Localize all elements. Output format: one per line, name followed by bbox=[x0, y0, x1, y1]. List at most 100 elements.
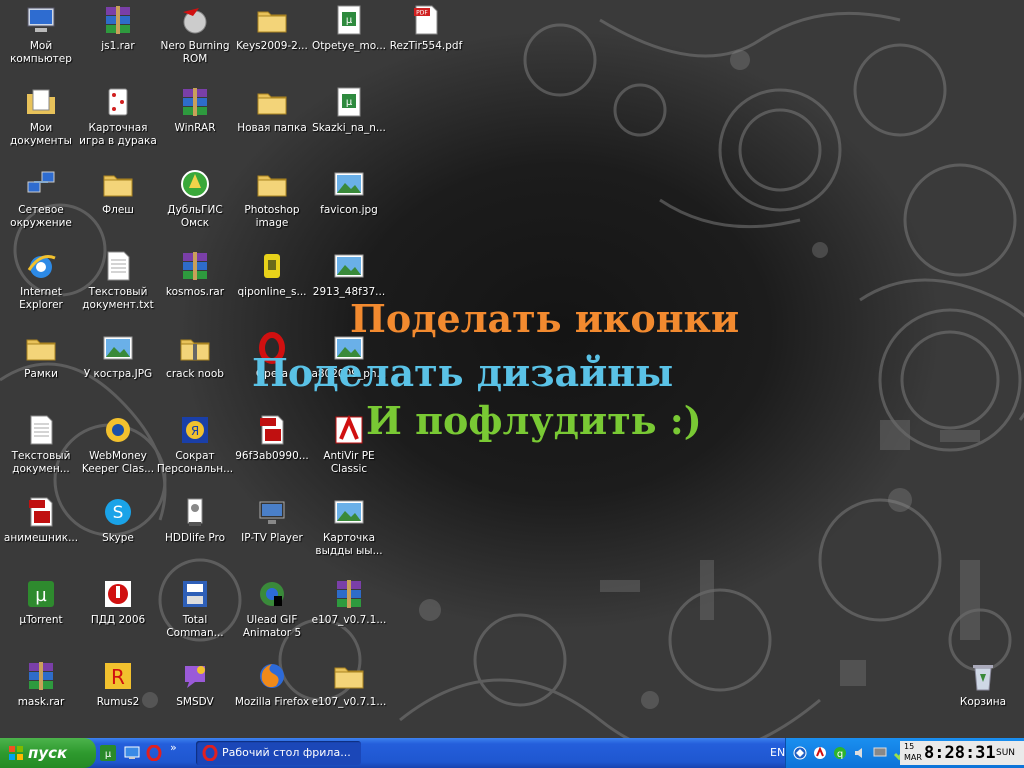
flv-video-icon bbox=[256, 414, 288, 446]
desktop-icon-item[interactable]: Total Comman... bbox=[154, 578, 236, 656]
desktop-icon-item[interactable]: WinRAR bbox=[154, 86, 236, 164]
dublgis-icon bbox=[179, 168, 211, 200]
desktop-icon-label: Карточная игра в дурака bbox=[79, 122, 157, 147]
desktop-icon-item[interactable]: favicon.jpg bbox=[308, 168, 390, 246]
desktop-icon-item[interactable]: Новая папка bbox=[231, 86, 313, 164]
clock-weekday: SUN bbox=[996, 748, 1016, 758]
desktop-icon-item[interactable]: µ Skazki_na_n... bbox=[308, 86, 390, 164]
smsdv-icon bbox=[179, 660, 211, 692]
image-icon bbox=[333, 250, 365, 282]
desktop-icon-label: Skazki_na_n... bbox=[312, 122, 386, 134]
desktop-icon-item[interactable]: Рамки bbox=[0, 332, 82, 410]
opera-icon[interactable] bbox=[146, 745, 162, 761]
image-icon bbox=[333, 168, 365, 200]
desktop-icon-item[interactable]: Ulead GIF Animator 5 bbox=[231, 578, 313, 656]
folder-icon bbox=[25, 332, 57, 364]
desktop-icon-item[interactable]: Я Сократ Персональн... bbox=[154, 414, 236, 492]
winrar-archive-icon bbox=[333, 578, 365, 610]
qip-icon[interactable]: q bbox=[832, 745, 848, 761]
desktop-icon-item[interactable]: Текстовый документ.txt bbox=[77, 250, 159, 328]
desktop-icon-item[interactable]: Мой компьютер bbox=[0, 4, 82, 82]
desktop-icon-label: favicon.jpg bbox=[320, 204, 378, 216]
taskbar-button-opera[interactable]: Рабочий стол фрила... bbox=[196, 741, 361, 765]
desktop-icon-item[interactable]: 96f3ab0990... bbox=[231, 414, 313, 492]
desktop-icon-item[interactable]: IP-TV Player bbox=[231, 496, 313, 574]
desktop-icon-item[interactable]: R Rumus2 bbox=[77, 660, 159, 738]
desktop-icon-item[interactable]: mask.rar bbox=[0, 660, 82, 738]
network-icon bbox=[25, 168, 57, 200]
desktop-icon-label: Internet Explorer bbox=[19, 286, 63, 311]
ulead-gif-icon bbox=[256, 578, 288, 610]
desktop[interactable]: Мой компьютер js1.rar Nero Burning ROM Keys… bbox=[0, 0, 1024, 738]
pdd-icon bbox=[102, 578, 134, 610]
desktop-icon-item[interactable]: WebMoney Keeper Clas... bbox=[77, 414, 159, 492]
socrat-icon: Я bbox=[179, 414, 211, 446]
desktop-icon-item[interactable]: e107_v0.7.1... bbox=[308, 660, 390, 738]
desktop-icon-item[interactable]: Internet Explorer bbox=[0, 250, 82, 328]
desktop-icon-item[interactable]: Nero Burning ROM bbox=[154, 4, 236, 82]
desktop-icon-label: анимешник... bbox=[3, 532, 79, 544]
flv-video-icon bbox=[25, 496, 57, 528]
desktop-icon-item[interactable]: Photoshop image bbox=[231, 168, 313, 246]
display-icon[interactable] bbox=[872, 745, 888, 761]
desktop-icon-label: RezTir554.pdf bbox=[389, 40, 463, 52]
text-file-icon bbox=[25, 414, 57, 446]
svg-text:Я: Я bbox=[191, 424, 199, 438]
desktop-icon-item[interactable]: e107_v0.7.1... bbox=[308, 578, 390, 656]
desktop-icon-label: mask.rar bbox=[17, 696, 65, 708]
rumus-icon: R bbox=[102, 660, 134, 692]
desktop-icon-item[interactable]: Mozilla Firefox bbox=[231, 660, 313, 738]
network-icon[interactable] bbox=[792, 745, 808, 761]
slogan-make-icons: Поделать иконки bbox=[350, 296, 740, 341]
firefox-icon bbox=[256, 660, 288, 692]
desktop-icon-item[interactable]: kosmos.rar bbox=[154, 250, 236, 328]
desktop-icon-item[interactable]: µ Otpetye_mo... bbox=[308, 4, 390, 82]
image-icon bbox=[333, 496, 365, 528]
desktop-icon[interactable] bbox=[124, 745, 140, 761]
desktop-icon-item[interactable]: Сетевое окружение bbox=[0, 168, 82, 246]
hddlife-icon bbox=[179, 496, 211, 528]
taskbar: пуск µ » Рабочий стол фрила... EN q 15 M… bbox=[0, 738, 1024, 768]
utorrent-icon[interactable]: µ bbox=[100, 745, 116, 761]
my-documents-icon bbox=[25, 86, 57, 118]
antivirus-icon[interactable] bbox=[812, 745, 828, 761]
quick-launch-chevron-icon[interactable]: » bbox=[170, 741, 177, 754]
desktop-icon-item[interactable]: js1.rar bbox=[77, 4, 159, 82]
desktop-icon-item[interactable]: Мои документы bbox=[0, 86, 82, 164]
folder-icon bbox=[256, 86, 288, 118]
folder-icon bbox=[256, 168, 288, 200]
desktop-icon-label: SMSDV bbox=[176, 696, 214, 708]
desktop-icon-item[interactable]: Keys2009-2... bbox=[231, 4, 313, 82]
desktop-icon-item[interactable]: Карточная игра в дурака bbox=[77, 86, 159, 164]
desktop-icon-item[interactable]: crack noob bbox=[154, 332, 236, 410]
svg-text:R: R bbox=[111, 665, 125, 689]
desktop-icon-item[interactable]: HDDlife Pro bbox=[154, 496, 236, 574]
total-commander-icon bbox=[179, 578, 211, 610]
recycle-bin-icon bbox=[967, 660, 999, 692]
zip-folder-icon bbox=[179, 332, 211, 364]
desktop-icon-item[interactable]: S Skype bbox=[77, 496, 159, 574]
clock[interactable]: 15 MAR 8:28:31 SUN bbox=[900, 741, 1024, 765]
desktop-icon-item[interactable]: qiponline_s... bbox=[231, 250, 313, 328]
sound-icon[interactable] bbox=[852, 745, 868, 761]
task-label: Рабочий стол фрила... bbox=[222, 746, 351, 759]
desktop-icon-item[interactable]: µ µTorrent bbox=[0, 578, 82, 656]
desktop-icon-item[interactable]: Карточка выдды ыы... bbox=[308, 496, 390, 574]
desktop-icon-label: crack noob bbox=[166, 368, 224, 380]
start-button[interactable]: пуск bbox=[0, 738, 96, 768]
desktop-icon-item[interactable]: Корзина bbox=[942, 660, 1024, 738]
desktop-icon-label: Rumus2 bbox=[96, 696, 140, 708]
desktop-icon-label: Mozilla Firefox bbox=[234, 696, 310, 708]
desktop-icon-item[interactable]: ДубльГИС Омск bbox=[154, 168, 236, 246]
desktop-icon-item[interactable]: У костра.JPG bbox=[77, 332, 159, 410]
desktop-icon-item[interactable]: Флеш bbox=[77, 168, 159, 246]
desktop-icon-item[interactable]: Текстовый докумен... bbox=[0, 414, 82, 492]
desktop-icon-item[interactable]: SMSDV bbox=[154, 660, 236, 738]
desktop-icon-item[interactable]: ПДД 2006 bbox=[77, 578, 159, 656]
svg-text:µ: µ bbox=[105, 749, 112, 760]
desktop-icon-item[interactable]: PDF RezTir554.pdf bbox=[385, 4, 467, 82]
desktop-icon-label: Флеш bbox=[102, 204, 134, 216]
nero-icon bbox=[179, 4, 211, 36]
language-indicator[interactable]: EN bbox=[770, 738, 785, 768]
desktop-icon-item[interactable]: анимешник... bbox=[0, 496, 82, 574]
